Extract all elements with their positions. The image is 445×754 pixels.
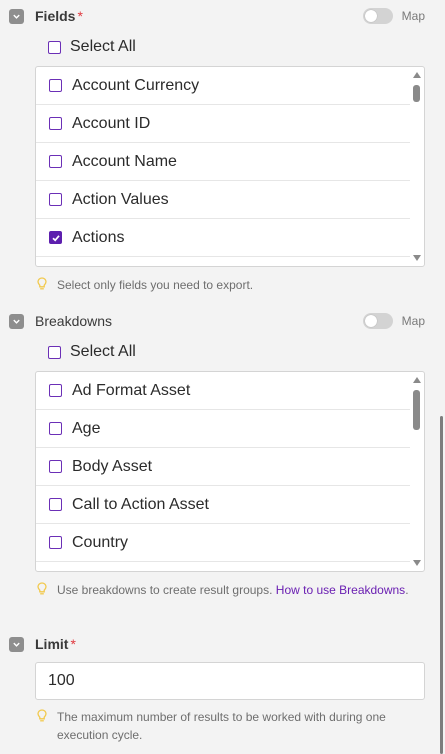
checkbox[interactable] [49, 79, 62, 92]
fields-hint-text: Select only fields you need to export. [57, 278, 254, 292]
fields-select-all[interactable]: Select All [48, 38, 136, 56]
list-item[interactable]: Account Currency [36, 67, 410, 105]
list-item-label: Body Asset [72, 457, 153, 475]
fields-listbox[interactable]: Account Currency Account ID Account Name… [35, 66, 425, 267]
breakdowns-map-toggle-group: Map [362, 313, 425, 329]
lightbulb-icon [37, 582, 47, 595]
limit-section-header: Limit * [9, 635, 425, 653]
scroll-up-arrow-icon[interactable] [413, 377, 421, 383]
list-item[interactable]: Country [36, 524, 410, 562]
list-item-label: Country [72, 533, 129, 551]
list-item-label: Actions [72, 228, 125, 246]
limit-hint-text: The maximum number of results to be work… [57, 710, 386, 742]
list-item-label: Call to Action Asset [72, 495, 209, 513]
fields-hint: Select only fields you need to export. [37, 276, 427, 294]
how-to-use-breakdowns-link[interactable]: How to use Breakdowns [276, 583, 405, 597]
list-item[interactable]: Body Asset [36, 448, 410, 486]
list-item[interactable]: Account ID [36, 105, 410, 143]
breakdowns-hint-prefix: Use breakdowns to create result groups. [57, 583, 276, 597]
checkbox[interactable] [49, 536, 62, 549]
list-item-label: Account Currency [72, 76, 200, 94]
fields-map-toggle[interactable] [362, 8, 393, 24]
list-item-label: Action Values [72, 190, 169, 208]
checkbox[interactable] [49, 460, 62, 473]
limit-title: Limit * [35, 636, 76, 652]
list-item[interactable]: Ad Format Asset [36, 372, 410, 410]
checkbox[interactable] [49, 422, 62, 435]
breakdowns-hint-text: Use breakdowns to create result groups. … [57, 581, 409, 599]
limit-input[interactable] [35, 662, 425, 700]
breakdowns-title: Breakdowns [35, 313, 113, 329]
list-item[interactable]: Account Name [36, 143, 410, 181]
form-panel: Fields * Map Select All Account Currency … [0, 0, 440, 754]
chevron-down-icon [13, 319, 20, 324]
list-item-label: Ad Format Asset [72, 381, 191, 399]
list-item-label: Age [72, 419, 101, 437]
checkbox[interactable] [49, 384, 62, 397]
lightbulb-icon [37, 277, 47, 290]
list-item[interactable]: Age [36, 410, 410, 448]
list-item[interactable]: Action Values [36, 181, 410, 219]
list-item[interactable]: Call to Action Asset [36, 486, 410, 524]
breakdowns-hint: Use breakdowns to create result groups. … [37, 581, 427, 599]
limit-collapse-button[interactable] [9, 636, 24, 652]
fields-map-label: Map [401, 9, 425, 23]
fields-map-toggle-group: Map [362, 8, 425, 24]
breakdowns-map-toggle[interactable] [362, 313, 393, 329]
fields-section-header: Fields * Map [9, 7, 425, 25]
fields-list-scrollbar[interactable] [409, 67, 424, 266]
checkbox[interactable] [49, 155, 62, 168]
checkbox[interactable] [49, 193, 62, 206]
page-scrollbar-thumb[interactable] [440, 416, 443, 754]
fields-select-all-checkbox[interactable] [48, 40, 61, 54]
scroll-down-arrow-icon[interactable] [413, 560, 421, 566]
breakdowns-select-all-checkbox[interactable] [48, 345, 61, 359]
fields-collapse-button[interactable] [9, 8, 24, 24]
lightbulb-icon [37, 709, 47, 722]
checkbox-checked[interactable] [49, 231, 62, 244]
chevron-down-icon [13, 14, 20, 19]
required-marker: * [77, 8, 83, 24]
checkmark-icon [51, 234, 60, 242]
breakdowns-select-all-label: Select All [70, 343, 136, 360]
checkbox[interactable] [49, 498, 62, 511]
breakdowns-hint-suffix: . [405, 583, 409, 597]
fields-select-all-label: Select All [70, 38, 136, 55]
breakdowns-select-all[interactable]: Select All [48, 343, 136, 361]
fields-title: Fields * [35, 8, 83, 24]
breakdowns-map-label: Map [401, 314, 425, 328]
scroll-down-arrow-icon[interactable] [413, 255, 421, 261]
list-item-label: Account ID [72, 114, 151, 132]
chevron-down-icon [13, 642, 20, 647]
breakdowns-list-scrollbar[interactable] [409, 372, 424, 571]
checkbox[interactable] [49, 117, 62, 130]
list-item[interactable]: Actions [36, 219, 410, 257]
scroll-thumb[interactable] [413, 390, 420, 430]
breakdowns-collapse-button[interactable] [9, 313, 24, 329]
required-marker: * [70, 636, 76, 652]
breakdowns-section-header: Breakdowns Map [9, 312, 425, 330]
list-item-label: Account Name [72, 152, 177, 170]
scroll-thumb[interactable] [413, 85, 420, 102]
scroll-up-arrow-icon[interactable] [413, 72, 421, 78]
breakdowns-listbox[interactable]: Ad Format Asset Age Body Asset Call to A… [35, 371, 425, 572]
limit-hint: The maximum number of results to be work… [37, 708, 427, 744]
